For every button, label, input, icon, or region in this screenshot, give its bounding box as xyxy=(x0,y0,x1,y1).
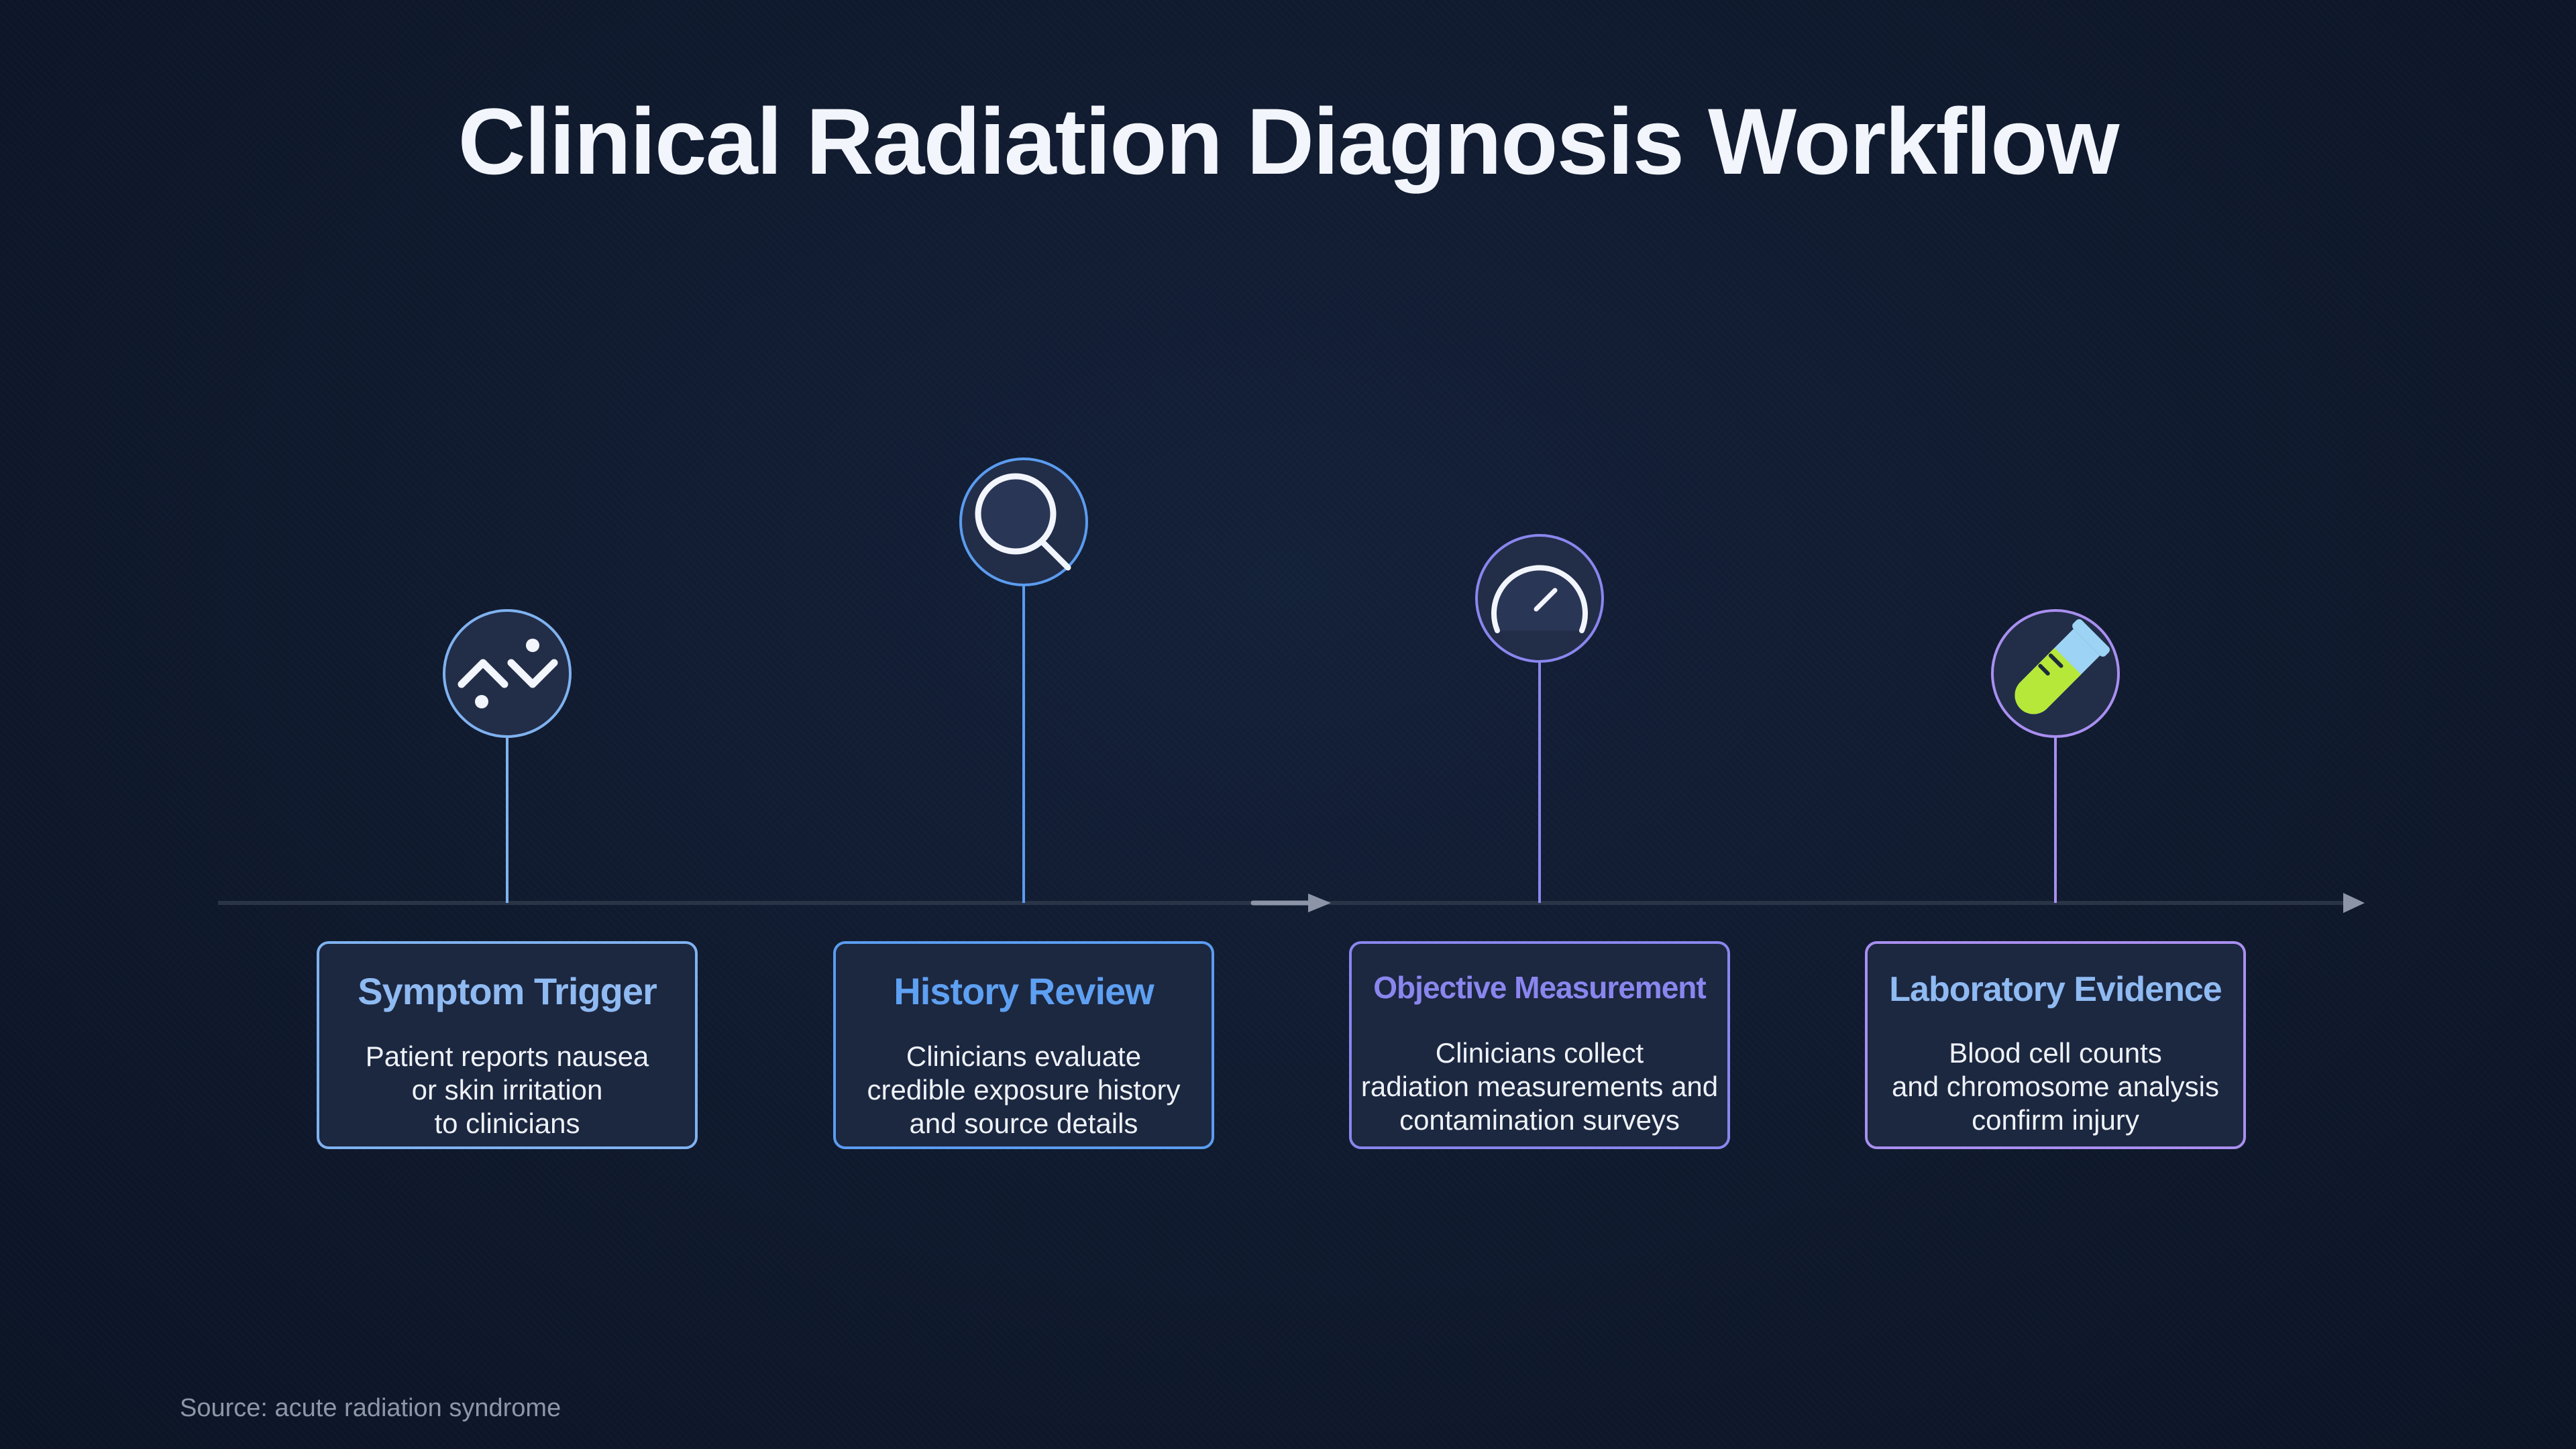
gauge-icon xyxy=(1475,534,1604,663)
diagram-canvas: Clinical Radiation Diagnosis Workflow Sy… xyxy=(0,0,2576,1449)
step-description: Clinicians evaluate credible exposure hi… xyxy=(867,1040,1181,1139)
step-card-laboratory-evidence: Laboratory Evidence Blood cell counts an… xyxy=(1865,941,2246,1149)
source-note: Source: acute radiation syndrome xyxy=(180,1394,561,1422)
step-card-symptom-trigger: Symptom Trigger Patient reports nausea o… xyxy=(317,941,698,1149)
step-title: Symptom Trigger xyxy=(358,970,657,1012)
step-description: Clinicians collect radiation measurement… xyxy=(1360,1037,1719,1136)
step-title: Objective Measurement xyxy=(1373,970,1706,1005)
step-description: Patient reports nausea or skin irritatio… xyxy=(365,1040,649,1139)
step-card-history-review: History Review Clinicians evaluate credi… xyxy=(833,941,1214,1149)
test-tube-icon xyxy=(1991,609,2120,738)
step-title: History Review xyxy=(894,970,1155,1012)
magnifier-icon xyxy=(959,458,1088,586)
timeline-graphic xyxy=(218,458,2365,913)
timeline-mid-arrow-head xyxy=(1308,894,1331,912)
step-title: Laboratory Evidence xyxy=(1889,970,2222,1009)
step-description: Blood cell counts and chromosome analysi… xyxy=(1892,1037,2219,1136)
timeline-end-arrow xyxy=(2343,893,2365,913)
step-card-objective-measurement: Objective Measurement Clinicians collect… xyxy=(1349,941,1730,1149)
symptom-zigzag-icon xyxy=(443,609,572,738)
